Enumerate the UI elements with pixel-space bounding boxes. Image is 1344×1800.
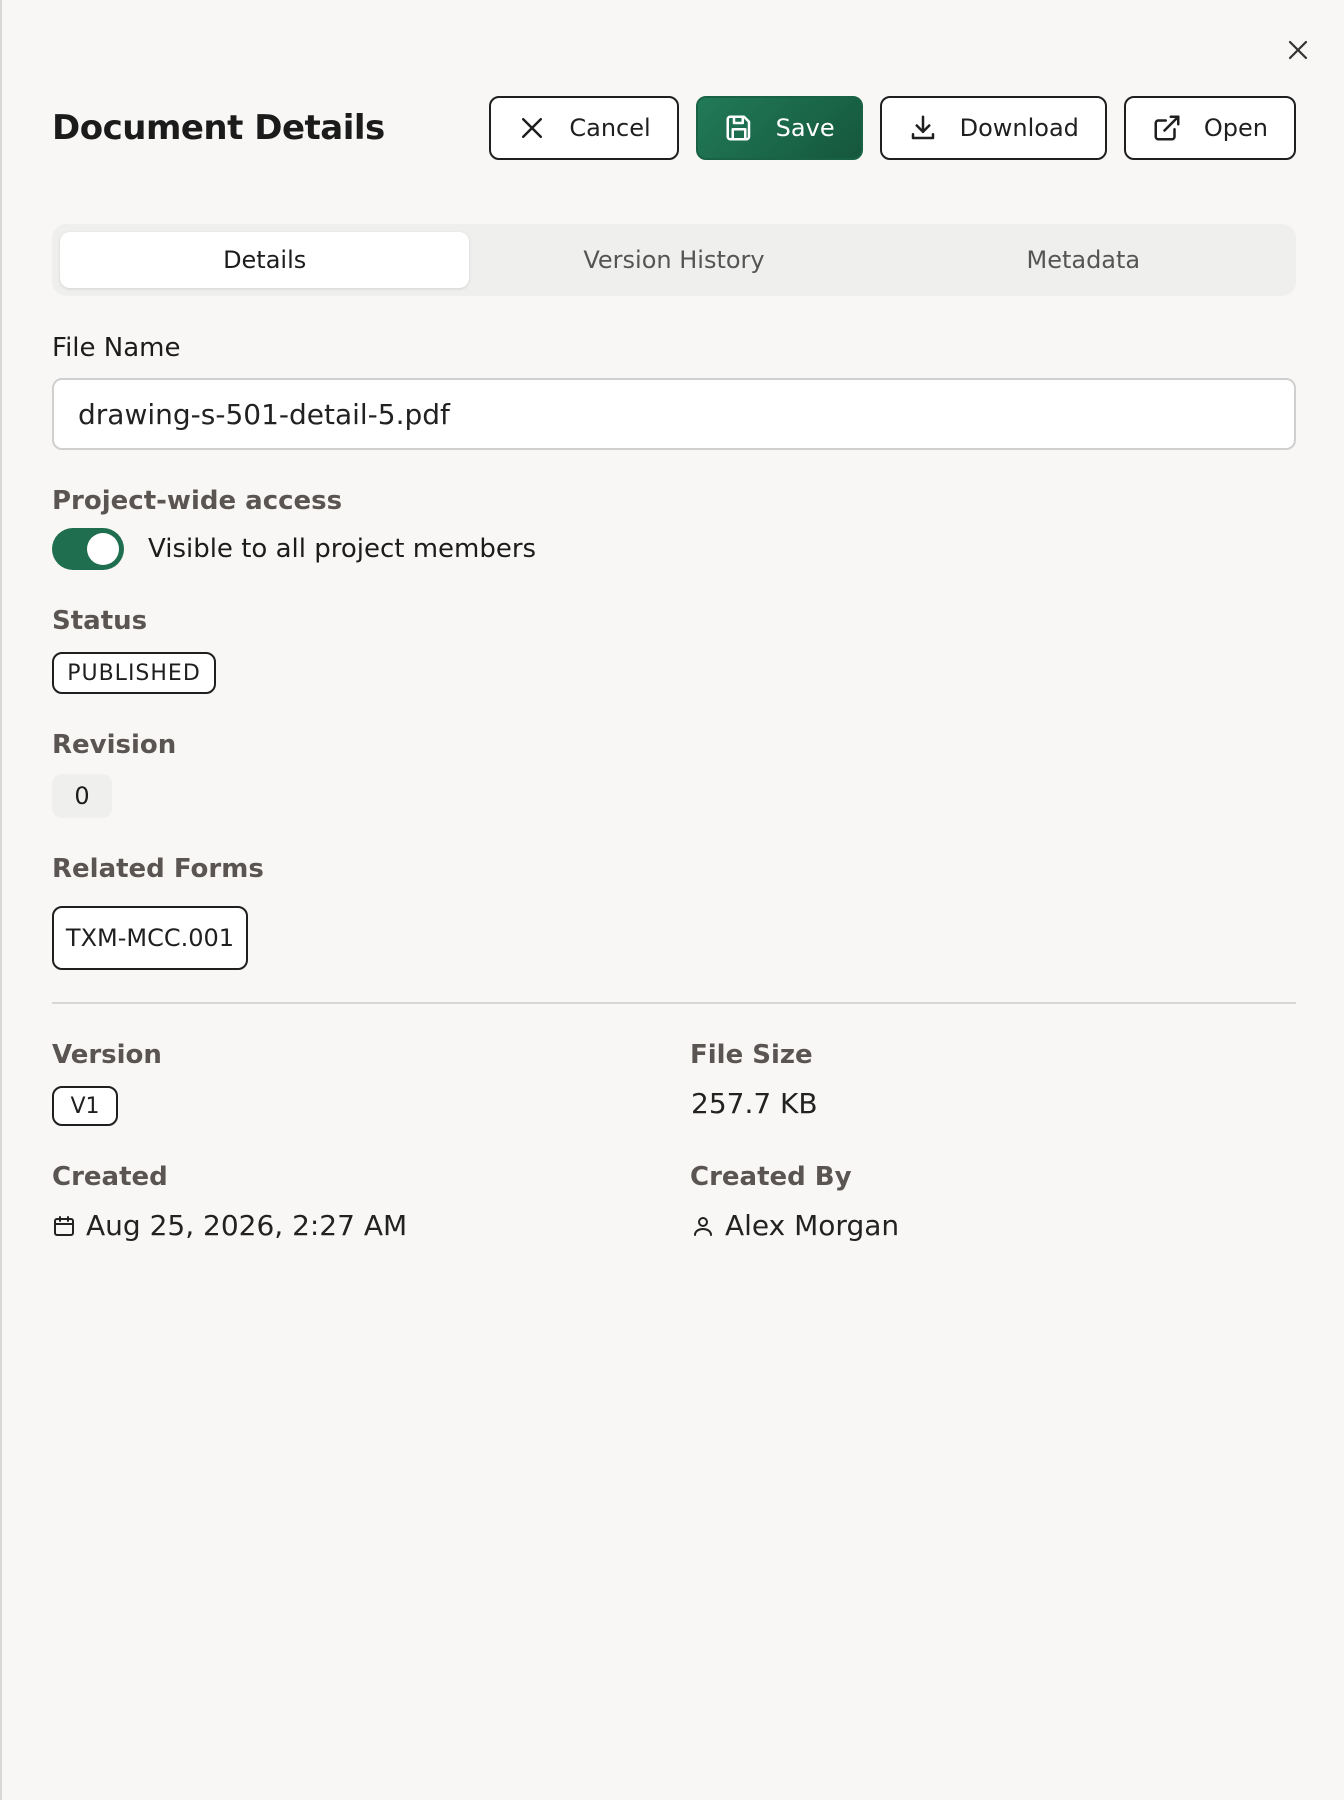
save-button[interactable]: Save: [695, 96, 863, 160]
calendar-icon: [54, 1215, 74, 1236]
external-link-icon: [1154, 115, 1180, 141]
save-icon: [726, 115, 750, 141]
toggle-knob: [87, 533, 119, 565]
file-size-label: File Size: [690, 1040, 813, 1070]
access-toggle-row: Visible to all project members: [52, 528, 536, 570]
revision-value: 0: [52, 774, 112, 818]
download-button[interactable]: Download: [879, 96, 1107, 160]
created-row: Aug 25, 2026, 2:27 AM: [52, 1209, 407, 1242]
status-badge: PUBLISHED: [52, 652, 216, 694]
created-by-row: Alex Morgan: [691, 1209, 899, 1242]
access-toggle[interactable]: [52, 528, 124, 570]
x-icon: [522, 118, 543, 138]
close-button[interactable]: [1278, 30, 1318, 70]
open-label: Open: [1203, 114, 1268, 142]
created-by-label: Created By: [690, 1162, 852, 1192]
download-label: Download: [959, 114, 1079, 142]
created-label: Created: [52, 1162, 168, 1192]
open-button[interactable]: Open: [1123, 96, 1296, 160]
access-toggle-text: Visible to all project members: [148, 534, 537, 564]
document-details-panel: Document Details Cancel Save Download Op…: [0, 0, 1344, 1800]
dialog-header: Document Details Cancel Save Download Op…: [52, 96, 1296, 160]
section-divider: [52, 1002, 1296, 1004]
status-label: Status: [52, 606, 148, 636]
revision-label: Revision: [52, 730, 177, 760]
save-label: Save: [775, 114, 835, 142]
file-name-label: File Name: [52, 333, 181, 363]
created-value: Aug 25, 2026, 2:27 AM: [86, 1209, 408, 1242]
created-by-value: Alex Morgan: [725, 1209, 900, 1242]
close-icon: [1288, 40, 1308, 60]
related-form-chip[interactable]: TXM-MCC.001: [52, 906, 248, 970]
tab-version-history[interactable]: Version History: [469, 232, 878, 288]
user-icon: [694, 1216, 712, 1236]
tab-metadata[interactable]: Metadata: [879, 232, 1288, 288]
tab-bar: Details Version History Metadata: [52, 224, 1296, 296]
action-bar: Cancel Save Download Open: [489, 96, 1296, 160]
file-size-value: 257.7 KB: [691, 1087, 818, 1120]
related-forms-label: Related Forms: [52, 854, 264, 884]
page-title: Document Details: [52, 108, 385, 148]
version-label: Version: [52, 1040, 162, 1070]
cancel-button[interactable]: Cancel: [489, 96, 679, 160]
version-badge: V1: [52, 1086, 118, 1126]
download-icon: [911, 115, 934, 140]
access-label: Project-wide access: [52, 486, 343, 516]
tab-details[interactable]: Details: [60, 232, 470, 288]
cancel-label: Cancel: [569, 114, 651, 142]
file-name-input[interactable]: drawing-s-501-detail-5.pdf: [52, 378, 1296, 450]
